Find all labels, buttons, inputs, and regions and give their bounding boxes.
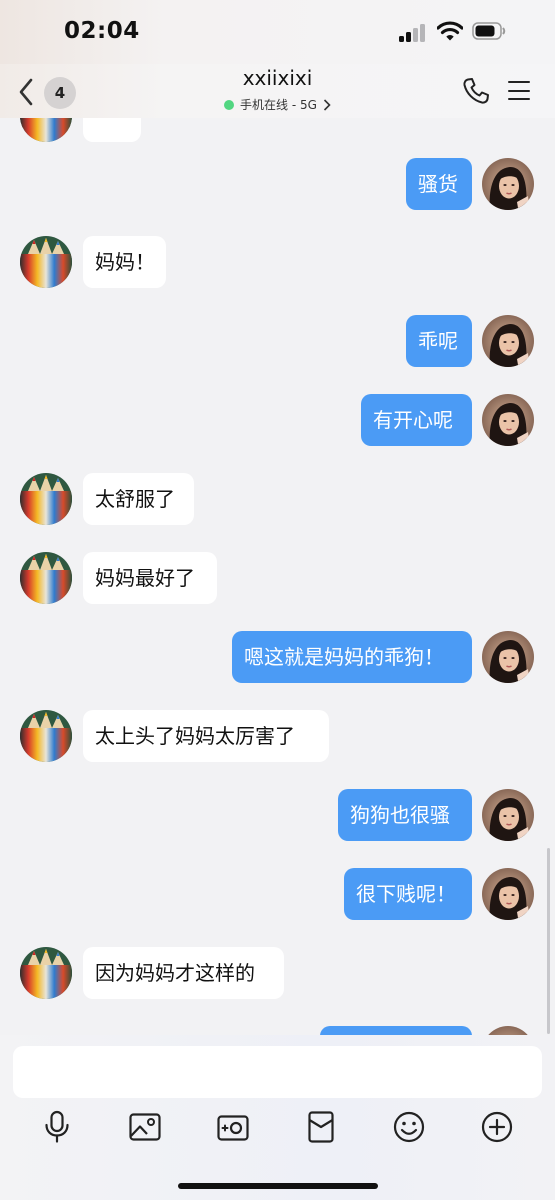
message-bubble[interactable]: 很下贱呢！ <box>344 868 472 920</box>
my-avatar[interactable] <box>482 631 534 683</box>
message-bubble[interactable]: 乖呢 <box>406 315 472 367</box>
microphone-icon[interactable] <box>39 1109 75 1145</box>
contact-avatar[interactable] <box>20 552 72 604</box>
outgoing-message-row: 嗯这就是妈妈的乖狗！ <box>0 631 555 685</box>
my-avatar[interactable] <box>482 158 534 210</box>
message-row-partial <box>0 118 555 144</box>
contact-avatar[interactable] <box>20 118 72 142</box>
menu-icon <box>508 81 530 84</box>
contact-avatar[interactable] <box>20 710 72 762</box>
message-bubble[interactable]: 太上头了妈妈太厉害了 <box>83 710 329 762</box>
status-bar: 02:04 <box>0 0 555 64</box>
wifi-icon <box>437 21 463 41</box>
emoji-icon[interactable] <box>391 1109 427 1145</box>
status-time: 02:04 <box>64 18 140 44</box>
message-list[interactable]: 骚货妈妈！ 乖呢有开心呢太舒服了妈妈最好了 嗯这就是妈妈的乖狗！ 太上头了妈妈太厉害了… <box>0 118 555 1035</box>
message-bubble-partial[interactable] <box>83 118 141 142</box>
message-bubble[interactable]: 狗狗也很骚 <box>338 789 472 841</box>
message-bubble[interactable] <box>320 1026 472 1035</box>
outgoing-message-row: 很下贱呢！ <box>0 868 555 922</box>
my-avatar[interactable] <box>482 789 534 841</box>
plus-icon[interactable] <box>479 1109 515 1145</box>
incoming-message-row: 太上头了妈妈太厉害了 <box>0 710 555 764</box>
online-status-text: 手机在线 - 5G <box>240 98 317 112</box>
camera-icon[interactable] <box>215 1109 251 1145</box>
incoming-message-row: 太舒服了 <box>0 473 555 527</box>
my-avatar[interactable] <box>482 868 534 920</box>
outgoing-message-row: 骚货 <box>0 158 555 212</box>
incoming-message-row: 妈妈！ <box>0 236 555 290</box>
outgoing-message-row: 狗狗也很骚 <box>0 789 555 843</box>
contact-avatar[interactable] <box>20 473 72 525</box>
outgoing-message-row: 乖呢 <box>0 315 555 369</box>
my-avatar[interactable] <box>482 394 534 446</box>
message-bubble[interactable]: 嗯这就是妈妈的乖狗！ <box>232 631 472 683</box>
home-indicator <box>178 1183 378 1189</box>
message-bubble[interactable]: 妈妈！ <box>83 236 166 288</box>
chevron-right-icon <box>323 99 331 111</box>
scrollbar[interactable] <box>547 848 550 1034</box>
message-bubble[interactable]: 有开心呢 <box>361 394 472 446</box>
message-bubble[interactable]: 骚货 <box>406 158 472 210</box>
message-bubble[interactable]: 太舒服了 <box>83 473 194 525</box>
contact-avatar[interactable] <box>20 947 72 999</box>
outgoing-message-row: 有开心呢 <box>0 394 555 448</box>
outgoing-message-row <box>0 1026 555 1035</box>
red-packet-icon[interactable] <box>303 1109 339 1145</box>
message-input[interactable] <box>13 1046 542 1098</box>
online-status-dot <box>224 100 235 110</box>
phone-call-icon[interactable] <box>461 76 491 106</box>
composer <box>0 1035 555 1200</box>
message-bubble[interactable]: 因为妈妈才这样的 <box>83 947 284 999</box>
message-bubble[interactable]: 妈妈最好了 <box>83 552 217 604</box>
incoming-message-row: 妈妈最好了 <box>0 552 555 606</box>
chat-header: 4 xxiixixi 手机在线 - 5G <box>0 64 555 118</box>
image-icon[interactable] <box>127 1109 163 1145</box>
contact-avatar[interactable] <box>20 236 72 288</box>
my-avatar[interactable] <box>482 315 534 367</box>
incoming-message-row: 因为妈妈才这样的 <box>0 947 555 1001</box>
signal-icon <box>399 24 429 42</box>
menu-button[interactable] <box>506 78 532 104</box>
my-avatar[interactable] <box>482 1026 534 1035</box>
battery-icon <box>472 22 506 40</box>
